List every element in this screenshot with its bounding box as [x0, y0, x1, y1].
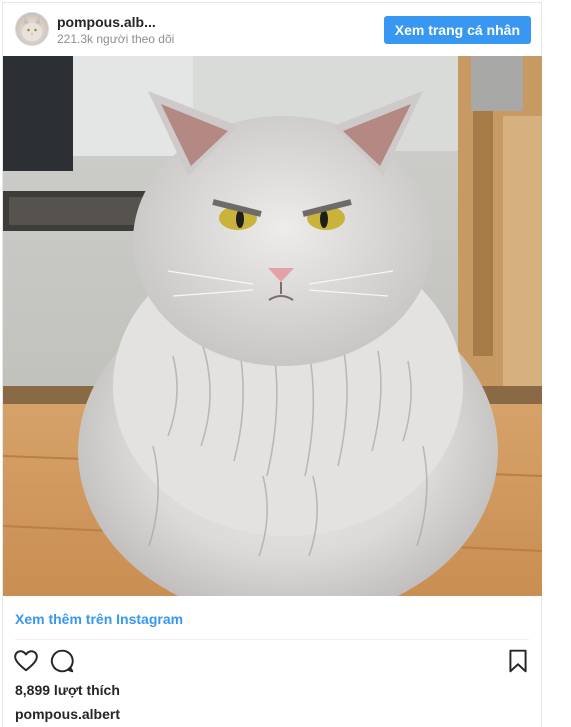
post-image[interactable]	[3, 56, 542, 596]
comment-icon[interactable]	[49, 648, 75, 674]
instagram-embed-card: pompous.alb... 221.3k người theo dõi Xem…	[2, 2, 542, 727]
post-header: pompous.alb... 221.3k người theo dõi Xem…	[3, 3, 541, 55]
follower-count: 221.3k người theo dõi	[57, 32, 175, 46]
avatar[interactable]	[15, 12, 49, 46]
username[interactable]: pompous.alb...	[57, 14, 156, 30]
view-profile-button[interactable]: Xem trang cá nhân	[383, 16, 531, 44]
bookmark-icon[interactable]	[505, 648, 531, 674]
divider	[15, 639, 529, 640]
view-more-on-instagram-link[interactable]: Xem thêm trên Instagram	[15, 611, 183, 627]
like-count[interactable]: 8,899 lượt thích	[15, 682, 120, 698]
caption-username[interactable]: pompous.albert	[15, 706, 120, 722]
heart-icon[interactable]	[13, 648, 39, 674]
